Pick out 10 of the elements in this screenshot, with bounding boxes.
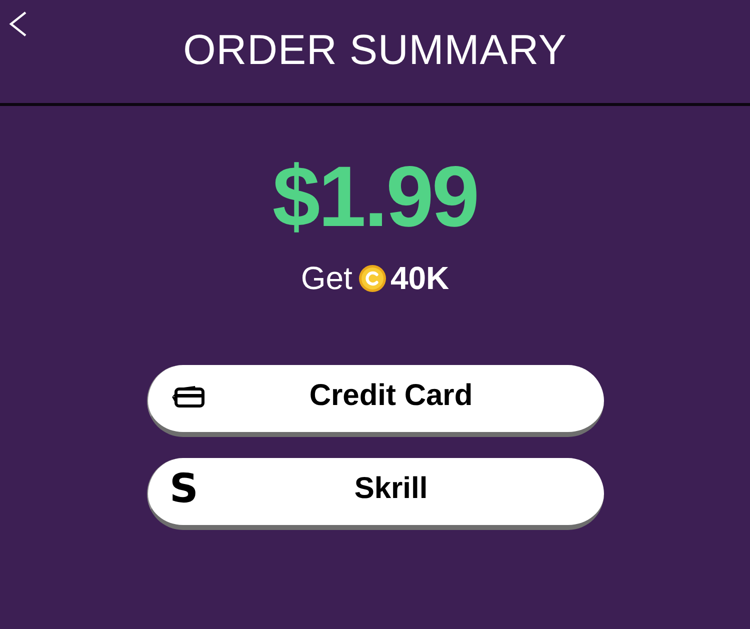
letter-logo-icon: S xyxy=(170,469,198,509)
chevron-left-icon xyxy=(9,11,27,37)
payment-option-button[interactable]: Credit Card xyxy=(146,365,604,437)
reward-amount: 40K xyxy=(390,262,450,294)
reward-label: Get xyxy=(300,262,352,294)
price-amount: $1.99 xyxy=(272,154,478,240)
page-title: ORDER SUMMARY xyxy=(182,25,568,75)
payment-option-button[interactable]: S Skrill xyxy=(146,458,604,530)
coin-icon xyxy=(359,264,386,292)
back-button[interactable] xyxy=(9,11,27,37)
